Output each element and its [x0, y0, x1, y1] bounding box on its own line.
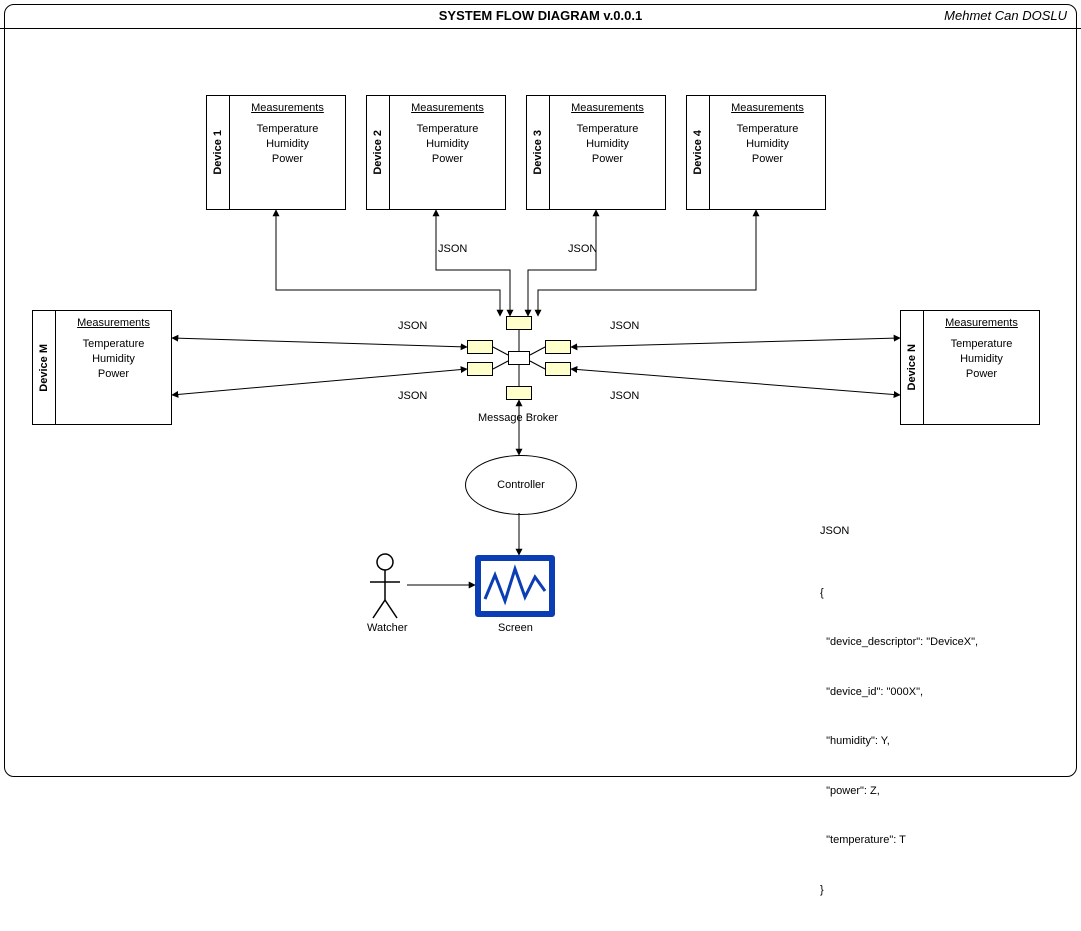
screen-label: Screen	[498, 622, 533, 634]
device-m: Device M Measurements Temperature Humidi…	[32, 310, 172, 425]
device-m-sidelabel: Device M	[33, 311, 56, 424]
system-flow-diagram: SYSTEM FLOW DIAGRAM v.0.0.1 Mehmet Can D…	[0, 0, 1081, 781]
device-4: Device 4 Measurements Temperature Humidi…	[686, 95, 826, 210]
message-broker-label: Message Broker	[478, 412, 558, 424]
screen-waveform-icon	[481, 561, 549, 611]
device-1: Device 1 Measurements Temperature Humidi…	[206, 95, 346, 210]
title-bar-divider	[0, 28, 1081, 29]
json-label-right-upper: JSON	[610, 320, 639, 332]
json-label-right-lower: JSON	[610, 390, 639, 402]
device-2-body: Measurements Temperature Humidity Power	[390, 96, 505, 209]
measurements-list: Temperature Humidity Power	[234, 122, 341, 167]
device-3-body: Measurements Temperature Humidity Power	[550, 96, 665, 209]
device-4-sidelabel: Device 4	[687, 96, 710, 209]
json-example-block: JSON { "device_descriptor": "DeviceX", "…	[820, 490, 978, 931]
controller-node: Controller	[465, 455, 577, 515]
measurements-header: Measurements	[234, 102, 341, 114]
device-4-body: Measurements Temperature Humidity Power	[710, 96, 825, 209]
watcher-label: Watcher	[367, 622, 408, 634]
device-2-sidelabel: Device 2	[367, 96, 390, 209]
diagram-title: SYSTEM FLOW DIAGRAM v.0.0.1	[0, 8, 1081, 23]
device-n-sidelabel: Device N	[901, 311, 924, 424]
broker-port-se	[545, 362, 571, 376]
device-n-body: Measurements Temperature Humidity Power	[924, 311, 1039, 424]
message-broker-core	[508, 351, 530, 365]
screen-node	[475, 555, 555, 617]
broker-port-n	[506, 316, 532, 330]
broker-port-ne	[545, 340, 571, 354]
device-1-body: Measurements Temperature Humidity Power	[230, 96, 345, 209]
device-2: Device 2 Measurements Temperature Humidi…	[366, 95, 506, 210]
json-label-left-lower: JSON	[398, 390, 427, 402]
broker-port-s	[506, 386, 532, 400]
json-example-heading: JSON	[820, 523, 978, 540]
device-3-sidelabel: Device 3	[527, 96, 550, 209]
device-n: Device N Measurements Temperature Humidi…	[900, 310, 1040, 425]
json-label-top-left: JSON	[438, 243, 467, 255]
device-1-sidelabel: Device 1	[207, 96, 230, 209]
device-3: Device 3 Measurements Temperature Humidi…	[526, 95, 666, 210]
broker-port-nw	[467, 340, 493, 354]
json-label-top-right: JSON	[568, 243, 597, 255]
author-name: Mehmet Can DOSLU	[944, 8, 1067, 23]
device-m-body: Measurements Temperature Humidity Power	[56, 311, 171, 424]
broker-port-sw	[467, 362, 493, 376]
json-label-left-upper: JSON	[398, 320, 427, 332]
